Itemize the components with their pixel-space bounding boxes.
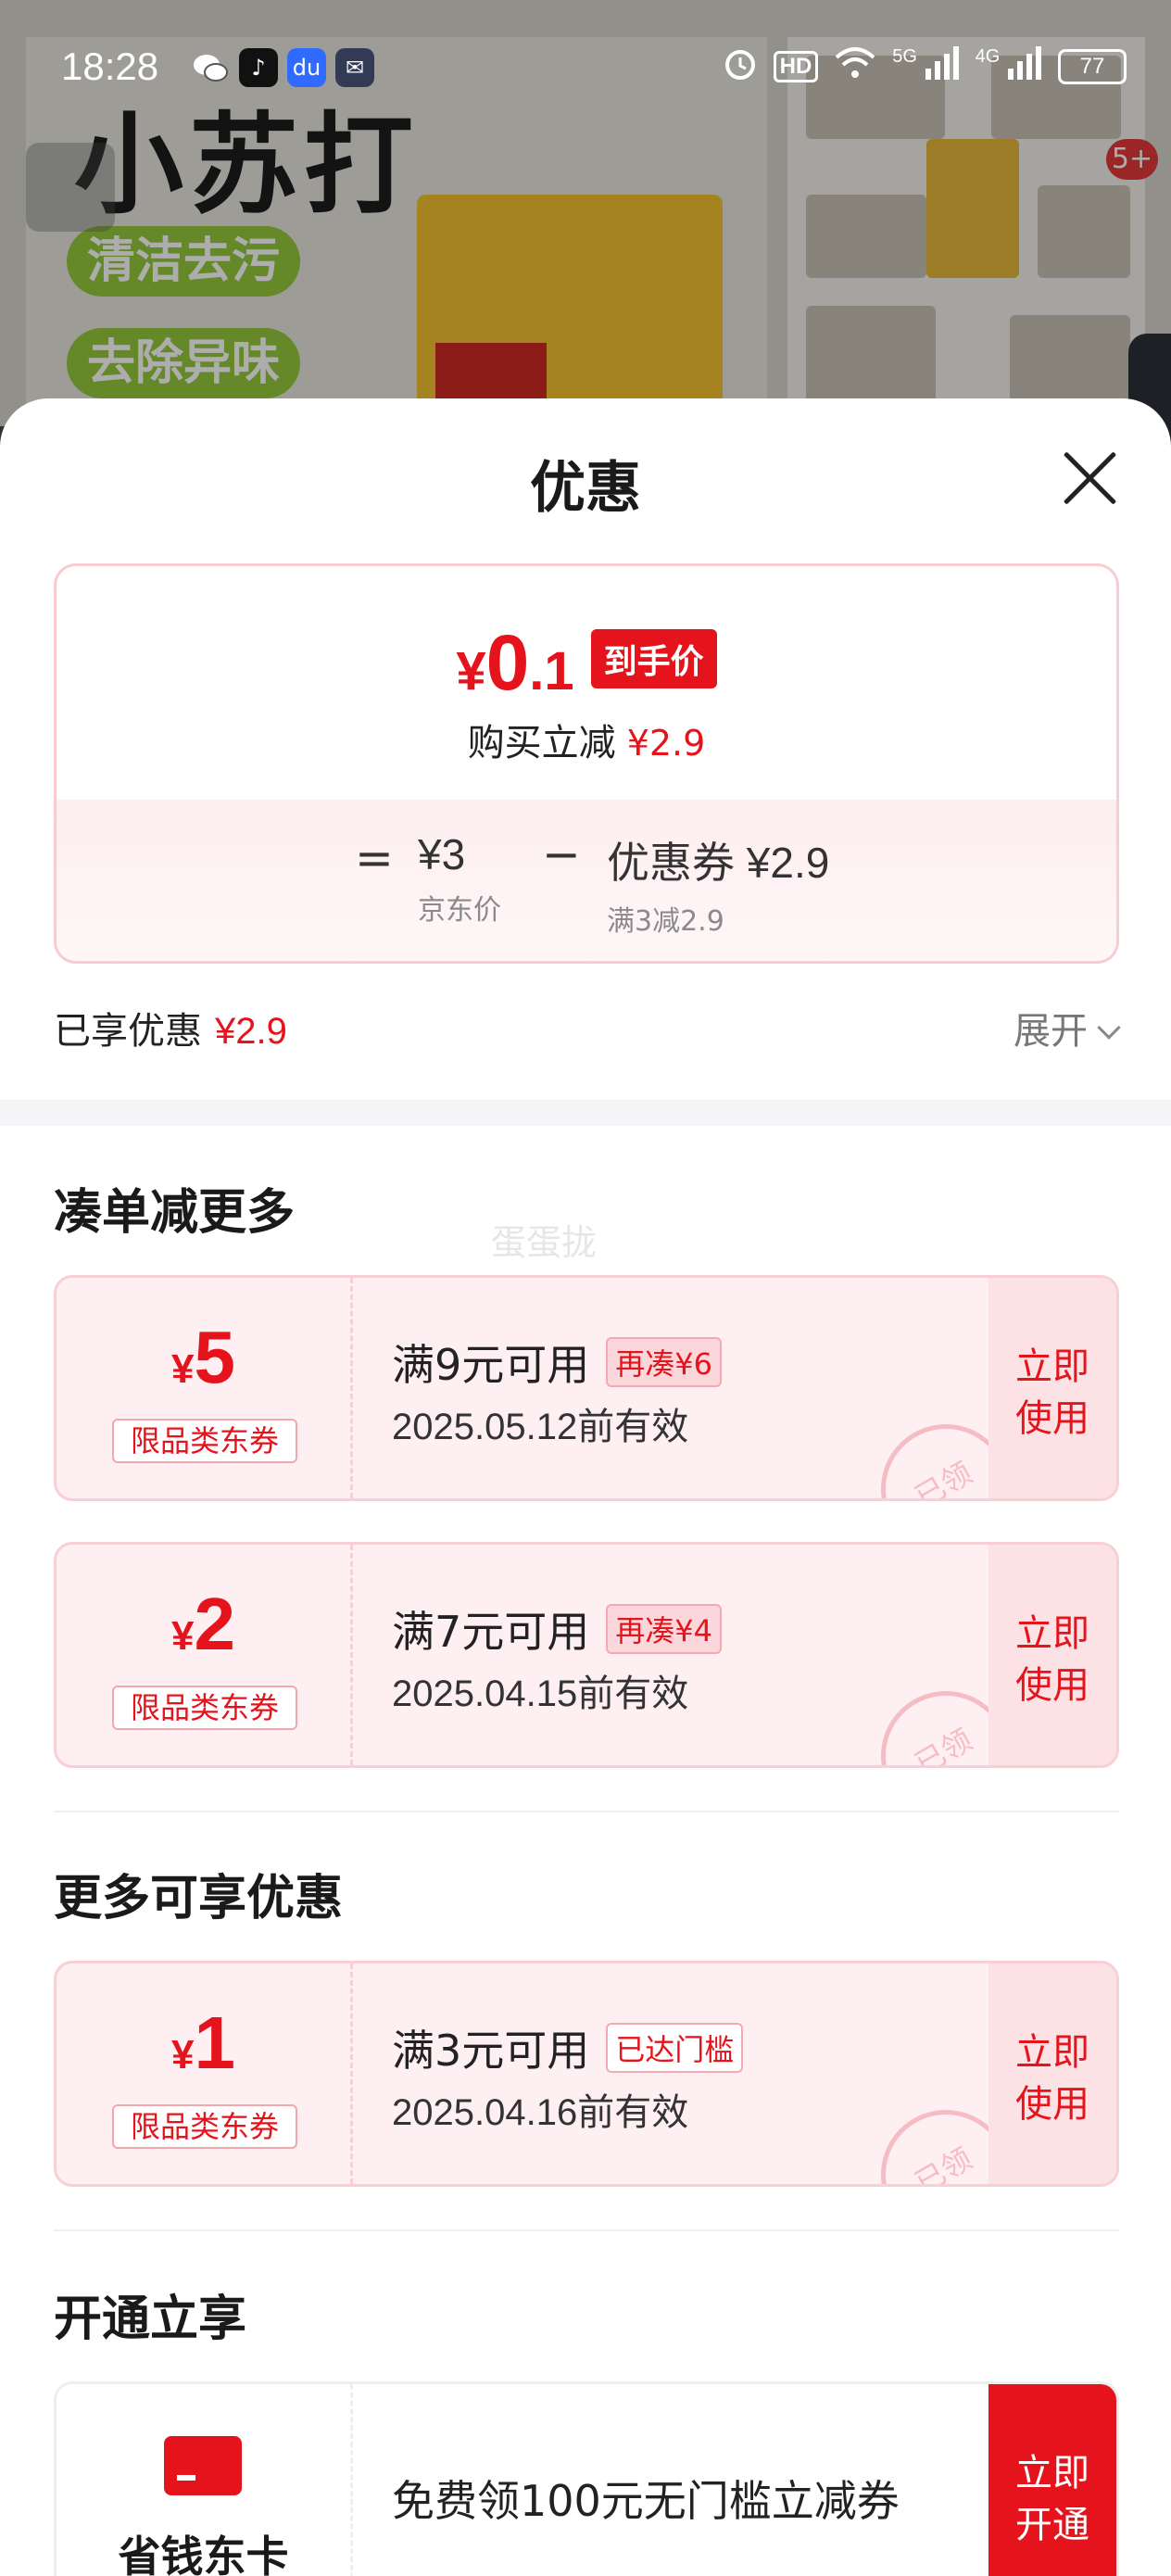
hd-icon: HD <box>773 50 819 82</box>
status-bar: 18:28 ♪ du ✉ HD 5G 4G 77 <box>0 0 1171 102</box>
expand-button[interactable]: 展开 <box>1014 1001 1121 1054</box>
coupon-type: 限品类东券 <box>112 1419 297 1463</box>
coupon-amount: ¥2 <box>171 1583 235 1665</box>
instant-reduction: 购买立减 ¥2.9 <box>467 722 706 764</box>
base-price: ¥3 京东价 <box>418 830 501 927</box>
signal-4g-icon: 4G <box>976 46 1043 86</box>
section-divider <box>54 1811 1119 1812</box>
battery-indicator: 77 <box>1058 48 1127 84</box>
coupon-gap-pill: 再凑¥6 <box>606 1337 723 1387</box>
coupon-validity: 2025.04.15前有效 <box>392 1673 689 1714</box>
use-now-button[interactable]: 立即 使用 <box>988 1964 1116 2184</box>
section-title-open: 开通立享 <box>54 2292 247 2347</box>
section-title-extra: 更多可享优惠 <box>54 1871 344 1926</box>
use-now-button[interactable]: 立即 使用 <box>988 1278 1116 1498</box>
coupon-validity: 2025.05.12前有效 <box>392 1407 689 1447</box>
discount-sheet: 优惠 ¥0.1 到手价 购买立减 ¥2.9 = ¥3 京东价 − 优惠券 ¥2.9 <box>0 398 1171 2576</box>
coupon-condition: 满7元可用 再凑¥4 <box>392 1598 723 1660</box>
chevron-down-icon <box>1097 1016 1121 1040</box>
wifi-icon <box>833 44 877 88</box>
equals-sign: = <box>355 831 394 885</box>
enjoyed-discount: 已享优惠 ¥2.9 <box>54 1010 287 1053</box>
baidu-icon: du <box>287 48 326 87</box>
sheet-title: 优惠 <box>530 456 641 521</box>
coupon-amount: ¥1 <box>171 2001 235 2084</box>
use-now-button[interactable]: 立即 使用 <box>988 1545 1116 1765</box>
membership-name: 省钱东卡 <box>118 2532 289 2576</box>
membership-card: 省钱东卡 免费领100元无门槛立减券 立即 开通 <box>54 2381 1119 2576</box>
final-price: ¥0.1 <box>456 619 574 706</box>
membership-benefit: 免费领100元无门槛立减券 <box>392 2476 900 2526</box>
coupon-condition: 满9元可用 再凑¥6 <box>392 1332 723 1393</box>
section-divider <box>54 2229 1119 2231</box>
price-breakdown-card: ¥0.1 到手价 购买立减 ¥2.9 = ¥3 京东价 − 优惠券 ¥2.9 满3… <box>54 563 1119 964</box>
open-now-button[interactable]: 立即 开通 <box>988 2384 1116 2576</box>
alarm-icon <box>722 44 759 88</box>
credit-card-icon <box>164 2436 242 2495</box>
coupon-threshold-pill: 已达门槛 <box>606 2023 744 2073</box>
watermark: 蛋蛋拢 <box>491 1222 598 1263</box>
coupon-card: ¥1 限品类东券 满3元可用 已达门槛 2025.04.16前有效 已领 立即 使用 <box>54 1961 1119 2187</box>
coupon-condition: 满3元可用 已达门槛 <box>392 2017 744 2078</box>
coupon-type: 限品类东券 <box>112 1686 297 1730</box>
coupon-deduction: 优惠券 ¥2.9 满3减2.9 <box>607 839 830 938</box>
coupon-type: 限品类东券 <box>112 2104 297 2149</box>
section-divider <box>0 1100 1171 1126</box>
coupon-gap-pill: 再凑¥4 <box>606 1604 723 1654</box>
coupon-validity: 2025.04.16前有效 <box>392 2092 689 2133</box>
mail-icon: ✉ <box>335 48 374 87</box>
wechat-icon <box>191 48 230 87</box>
coupon-amount: ¥5 <box>171 1316 235 1398</box>
signal-5g-icon: 5G <box>892 46 960 86</box>
coupon-card: ¥2 限品类东券 满7元可用 再凑¥4 2025.04.15前有效 已领 立即 使用 <box>54 1542 1119 1768</box>
section-title-more: 凑单减更多 <box>54 1185 296 1241</box>
final-price-tag: 到手价 <box>590 629 717 688</box>
coupon-card: ¥5 限品类东券 满9元可用 再凑¥6 2025.05.12前有效 已领 立即 使用 <box>54 1275 1119 1501</box>
minus-sign: − <box>542 827 581 881</box>
tiktok-icon: ♪ <box>239 48 278 87</box>
close-icon[interactable] <box>1060 448 1119 508</box>
status-time: 18:28 <box>61 44 159 88</box>
